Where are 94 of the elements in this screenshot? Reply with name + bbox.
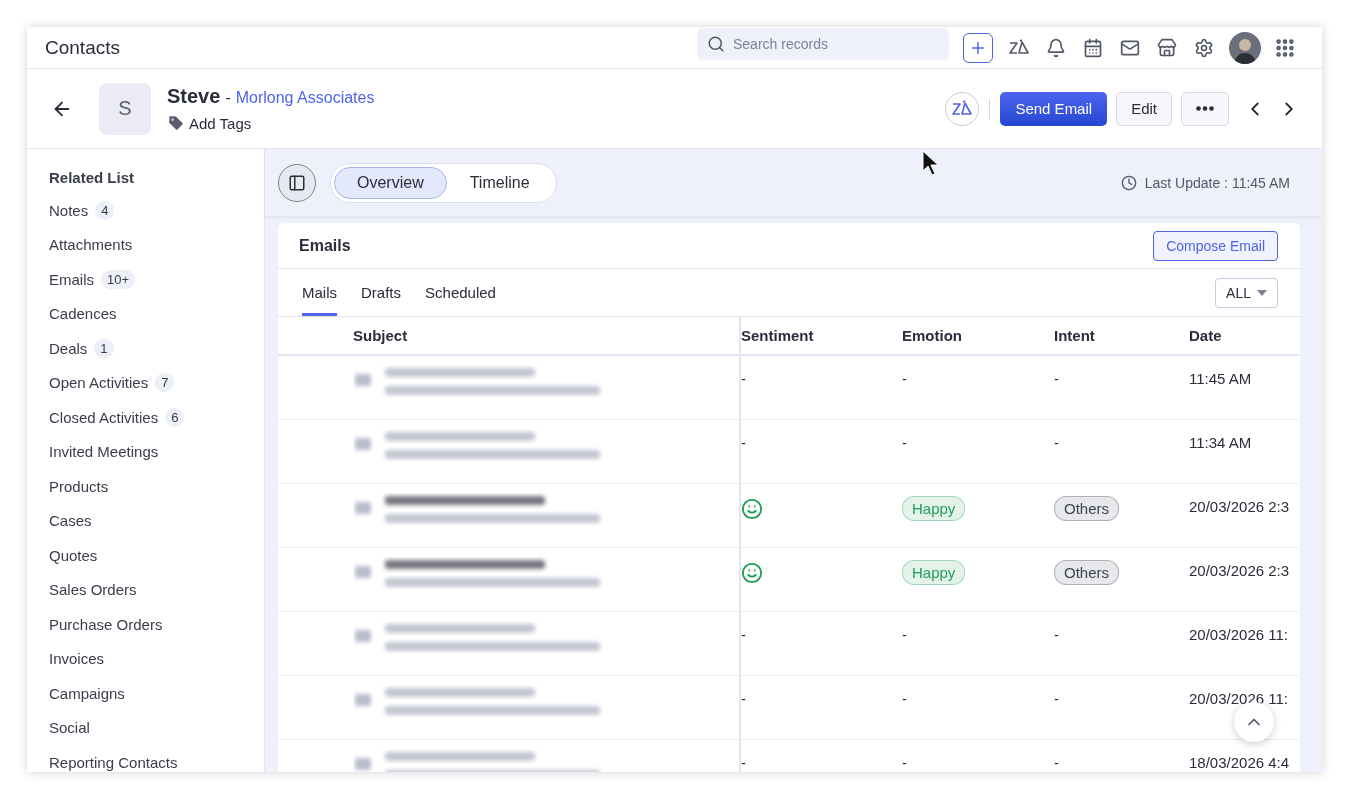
sidebar-item[interactable]: Cadences xyxy=(49,305,117,323)
name-separator: - xyxy=(225,89,231,107)
emotion-value-tag: Happy xyxy=(902,496,966,521)
emotion-value: - xyxy=(902,626,907,643)
smiley-icon xyxy=(741,562,763,584)
panel-toggle-button[interactable] xyxy=(278,163,316,202)
sidebar-item[interactable]: Open Activities xyxy=(49,374,149,392)
emotion-value: - xyxy=(902,690,907,707)
sidebar-item[interactable]: Campaigns xyxy=(49,684,125,702)
column-header: Intent xyxy=(1054,327,1095,344)
send-email-button[interactable]: Send Email xyxy=(1000,91,1108,126)
contact-name: Steve xyxy=(167,85,221,108)
column-header: Sentiment xyxy=(741,327,814,344)
intent-value: - xyxy=(1054,626,1059,643)
sidebar-item[interactable]: Invoices xyxy=(49,650,105,668)
page-title: Contacts xyxy=(45,36,121,59)
emotion-value-tag: Happy xyxy=(902,560,966,585)
cursor-icon xyxy=(922,150,940,176)
date-value: 20/03/2026 11: xyxy=(1189,690,1288,707)
view-tab[interactable]: Overview xyxy=(334,166,447,199)
sidebar-item[interactable]: Cases xyxy=(49,512,92,530)
emotion-value: - xyxy=(902,370,907,387)
date-value: 20/03/2026 11: xyxy=(1189,626,1288,643)
sidebar-item[interactable]: Emails xyxy=(49,270,94,288)
clock-icon xyxy=(1120,174,1137,191)
emotion-value: - xyxy=(902,434,907,451)
intent-value: - xyxy=(1054,754,1059,771)
mail-tab[interactable]: Drafts xyxy=(361,269,402,316)
grid-icon xyxy=(1274,36,1296,59)
intent-value-tag: Others xyxy=(1054,496,1119,521)
intent-value: - xyxy=(1054,434,1059,451)
sidebar-item[interactable]: Closed Activities xyxy=(49,408,159,426)
avatar[interactable] xyxy=(1229,31,1261,64)
add-button[interactable] xyxy=(963,32,993,63)
count-badge: 6 xyxy=(165,407,185,427)
date-value: 11:34 AM xyxy=(1189,434,1252,451)
intent-value: - xyxy=(1054,370,1059,387)
search-field[interactable]: Search records xyxy=(697,27,949,60)
sentiment-value: - xyxy=(741,690,746,707)
sidebar-item[interactable]: Deals xyxy=(49,339,88,357)
date-value: 18/03/2026 4:4 xyxy=(1189,754,1290,771)
intent-value-tag: Others xyxy=(1054,560,1119,585)
search-icon xyxy=(707,34,725,53)
sidebar-item[interactable]: Purchase Orders xyxy=(49,615,163,633)
sidebar-item[interactable]: Quotes xyxy=(49,546,98,564)
more-icon xyxy=(1196,106,1214,111)
emotion-value: - xyxy=(902,754,907,771)
last-update: Last Update : 11:45 AM xyxy=(1144,174,1290,191)
related-list-title: Related List xyxy=(49,167,136,188)
mail-tab[interactable]: Mails xyxy=(302,269,337,316)
column-header: Emotion xyxy=(902,327,962,344)
add-tags-button[interactable]: Add Tags xyxy=(167,114,946,132)
panel-icon xyxy=(288,173,306,192)
bell-icon xyxy=(1046,37,1066,58)
column-header: Date xyxy=(1189,327,1222,344)
sentiment-value: - xyxy=(741,370,746,387)
intent-value: - xyxy=(1054,690,1059,707)
search-input[interactable]: Search records xyxy=(731,34,931,53)
calendar-icon xyxy=(1083,37,1103,58)
date-value: 20/03/2026 2:3 xyxy=(1189,498,1290,515)
count-badge: 10+ xyxy=(101,269,136,289)
date-value: 11:45 AM xyxy=(1189,370,1252,387)
sidebar-item[interactable]: Products xyxy=(49,477,109,495)
caret-icon xyxy=(1257,289,1267,296)
tag-icon xyxy=(167,114,185,132)
card-title: Emails xyxy=(299,236,351,255)
contact-initial: S xyxy=(99,82,151,135)
column-header: Subject xyxy=(353,327,408,344)
mail-tab[interactable]: Scheduled xyxy=(425,269,496,316)
sidebar-item[interactable]: Social xyxy=(49,719,90,737)
compose-email-button[interactable]: Compose Email xyxy=(1153,230,1278,261)
zia-button[interactable] xyxy=(945,91,980,126)
count-badge: 1 xyxy=(94,338,114,358)
more-button[interactable] xyxy=(1181,91,1229,126)
zia-icon xyxy=(1008,38,1030,57)
sentiment-value: - xyxy=(741,754,746,771)
date-value: 20/03/2026 2:3 xyxy=(1189,562,1290,579)
zia-icon xyxy=(951,99,974,118)
sentiment-value: - xyxy=(741,434,746,451)
sentiment-value: - xyxy=(741,626,746,643)
settings-icon xyxy=(1194,37,1214,58)
smiley-icon xyxy=(741,498,763,520)
sidebar-item[interactable]: Sales Orders xyxy=(49,581,137,599)
sidebar-item[interactable]: Attachments xyxy=(49,236,133,254)
sidebar-item[interactable]: Reporting Contacts xyxy=(49,753,178,771)
sidebar-item[interactable]: Invited Meetings xyxy=(49,443,159,461)
sidebar-item[interactable]: Notes xyxy=(49,201,89,219)
view-tab[interactable]: Timeline xyxy=(446,166,553,199)
count-badge: 7 xyxy=(155,373,175,393)
company-link[interactable]: Morlong Associates xyxy=(235,89,375,107)
count-badge: 4 xyxy=(95,200,115,220)
filter-dropdown[interactable]: ALL xyxy=(1215,277,1278,308)
store-icon xyxy=(1157,37,1177,58)
edit-button[interactable]: Edit xyxy=(1116,91,1172,126)
